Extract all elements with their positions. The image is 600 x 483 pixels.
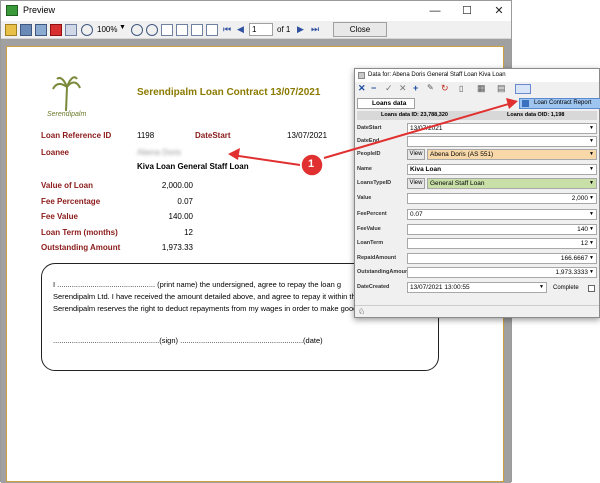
arrow-to-menu [323,102,513,159]
arrow-to-report [231,154,301,166]
arrow-head-left [228,148,240,160]
arrow-head-right [506,98,518,109]
callout-number: 1 [308,158,315,170]
callout-arrows [228,98,518,177]
